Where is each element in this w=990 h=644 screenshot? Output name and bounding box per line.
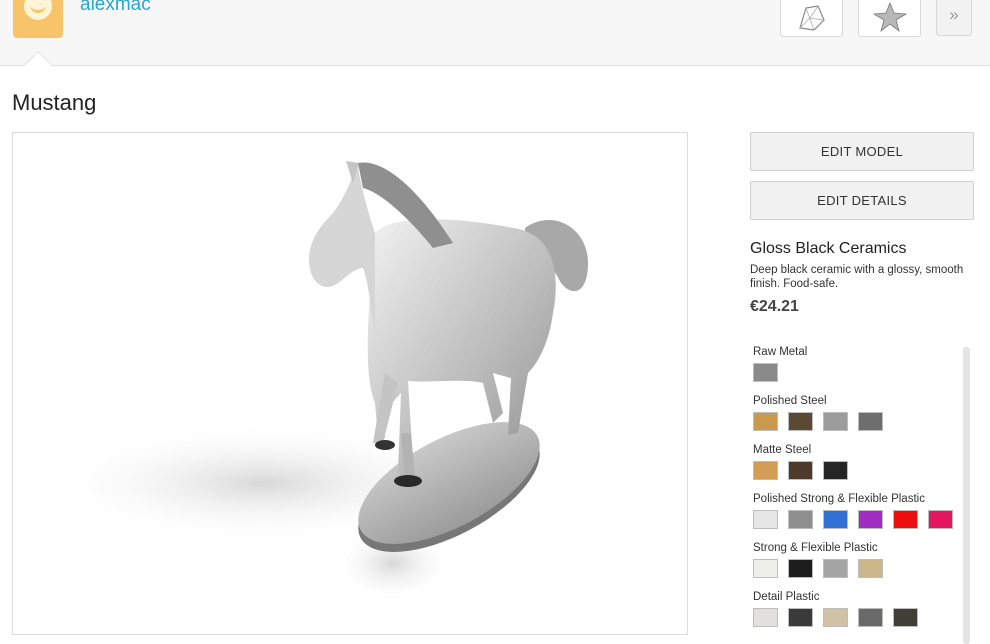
material-swatch[interactable] [858, 559, 883, 578]
material-swatch[interactable] [788, 559, 813, 578]
page-title: Mustang [12, 90, 97, 115]
material-swatch[interactable] [858, 412, 883, 431]
material-swatch[interactable] [753, 559, 778, 578]
selected-material-name: Gloss Black Ceramics [750, 240, 907, 257]
material-list: Raw Metal Polished Steel Matte Steel Pol… [750, 340, 964, 644]
material-group-label: Matte Steel [753, 444, 812, 456]
material-swatch[interactable] [788, 510, 813, 529]
material-swatch[interactable] [753, 412, 778, 431]
material-swatch[interactable] [788, 608, 813, 627]
material-swatch[interactable] [893, 510, 918, 529]
material-swatch[interactable] [823, 559, 848, 578]
material-group-label: Detail Plastic [753, 591, 820, 603]
selected-material-description: Deep black ceramic with a glossy, smooth… [750, 264, 964, 290]
material-list-scrollbar[interactable] [963, 347, 970, 644]
material-swatch[interactable] [823, 608, 848, 627]
material-group-matte-steel: Matte Steel [753, 442, 848, 480]
material-swatch[interactable] [753, 608, 778, 627]
material-swatch[interactable] [753, 363, 778, 382]
material-swatch[interactable] [753, 510, 778, 529]
username-link[interactable]: alexmac [80, 0, 151, 16]
material-swatch[interactable] [753, 461, 778, 480]
material-group-label: Raw Metal [753, 346, 808, 358]
material-swatch[interactable] [788, 412, 813, 431]
material-group-polished-steel: Polished Steel [753, 393, 883, 431]
material-group-label: Polished Strong & Flexible Plastic [753, 493, 925, 505]
material-swatch[interactable] [823, 412, 848, 431]
star-model-icon [872, 1, 907, 32]
material-swatch[interactable] [928, 510, 953, 529]
material-swatch[interactable] [788, 461, 813, 480]
model-thumbnail-2[interactable] [858, 0, 921, 37]
edit-details-button[interactable]: EDIT DETAILS [750, 181, 974, 220]
material-group-label: Strong & Flexible Plastic [753, 542, 878, 554]
edit-model-button[interactable]: EDIT MODEL [750, 132, 974, 171]
top-bar: alexmac » [0, 0, 990, 66]
horse-model-render [43, 161, 588, 603]
material-group-strong-flexible: Strong & Flexible Plastic [753, 540, 883, 578]
material-group-detail-plastic: Detail Plastic [753, 589, 918, 627]
material-group-label: Polished Steel [753, 395, 827, 407]
model-thumbnail-1[interactable] [780, 0, 843, 37]
selected-material-price: €24.21 [750, 298, 799, 315]
material-swatch[interactable] [858, 608, 883, 627]
more-thumbnails-button[interactable]: » [936, 0, 972, 36]
user-avatar[interactable] [13, 0, 63, 38]
model-viewer[interactable] [12, 132, 688, 635]
material-group-polished-strong-flexible: Polished Strong & Flexible Plastic [753, 491, 953, 529]
material-swatch[interactable] [893, 608, 918, 627]
material-group-raw-metal: Raw Metal [753, 344, 807, 382]
material-swatch[interactable] [823, 461, 848, 480]
wireframe-model-icon [798, 4, 825, 31]
material-swatch[interactable] [823, 510, 848, 529]
smiley-icon [24, 0, 52, 20]
material-swatch[interactable] [858, 510, 883, 529]
